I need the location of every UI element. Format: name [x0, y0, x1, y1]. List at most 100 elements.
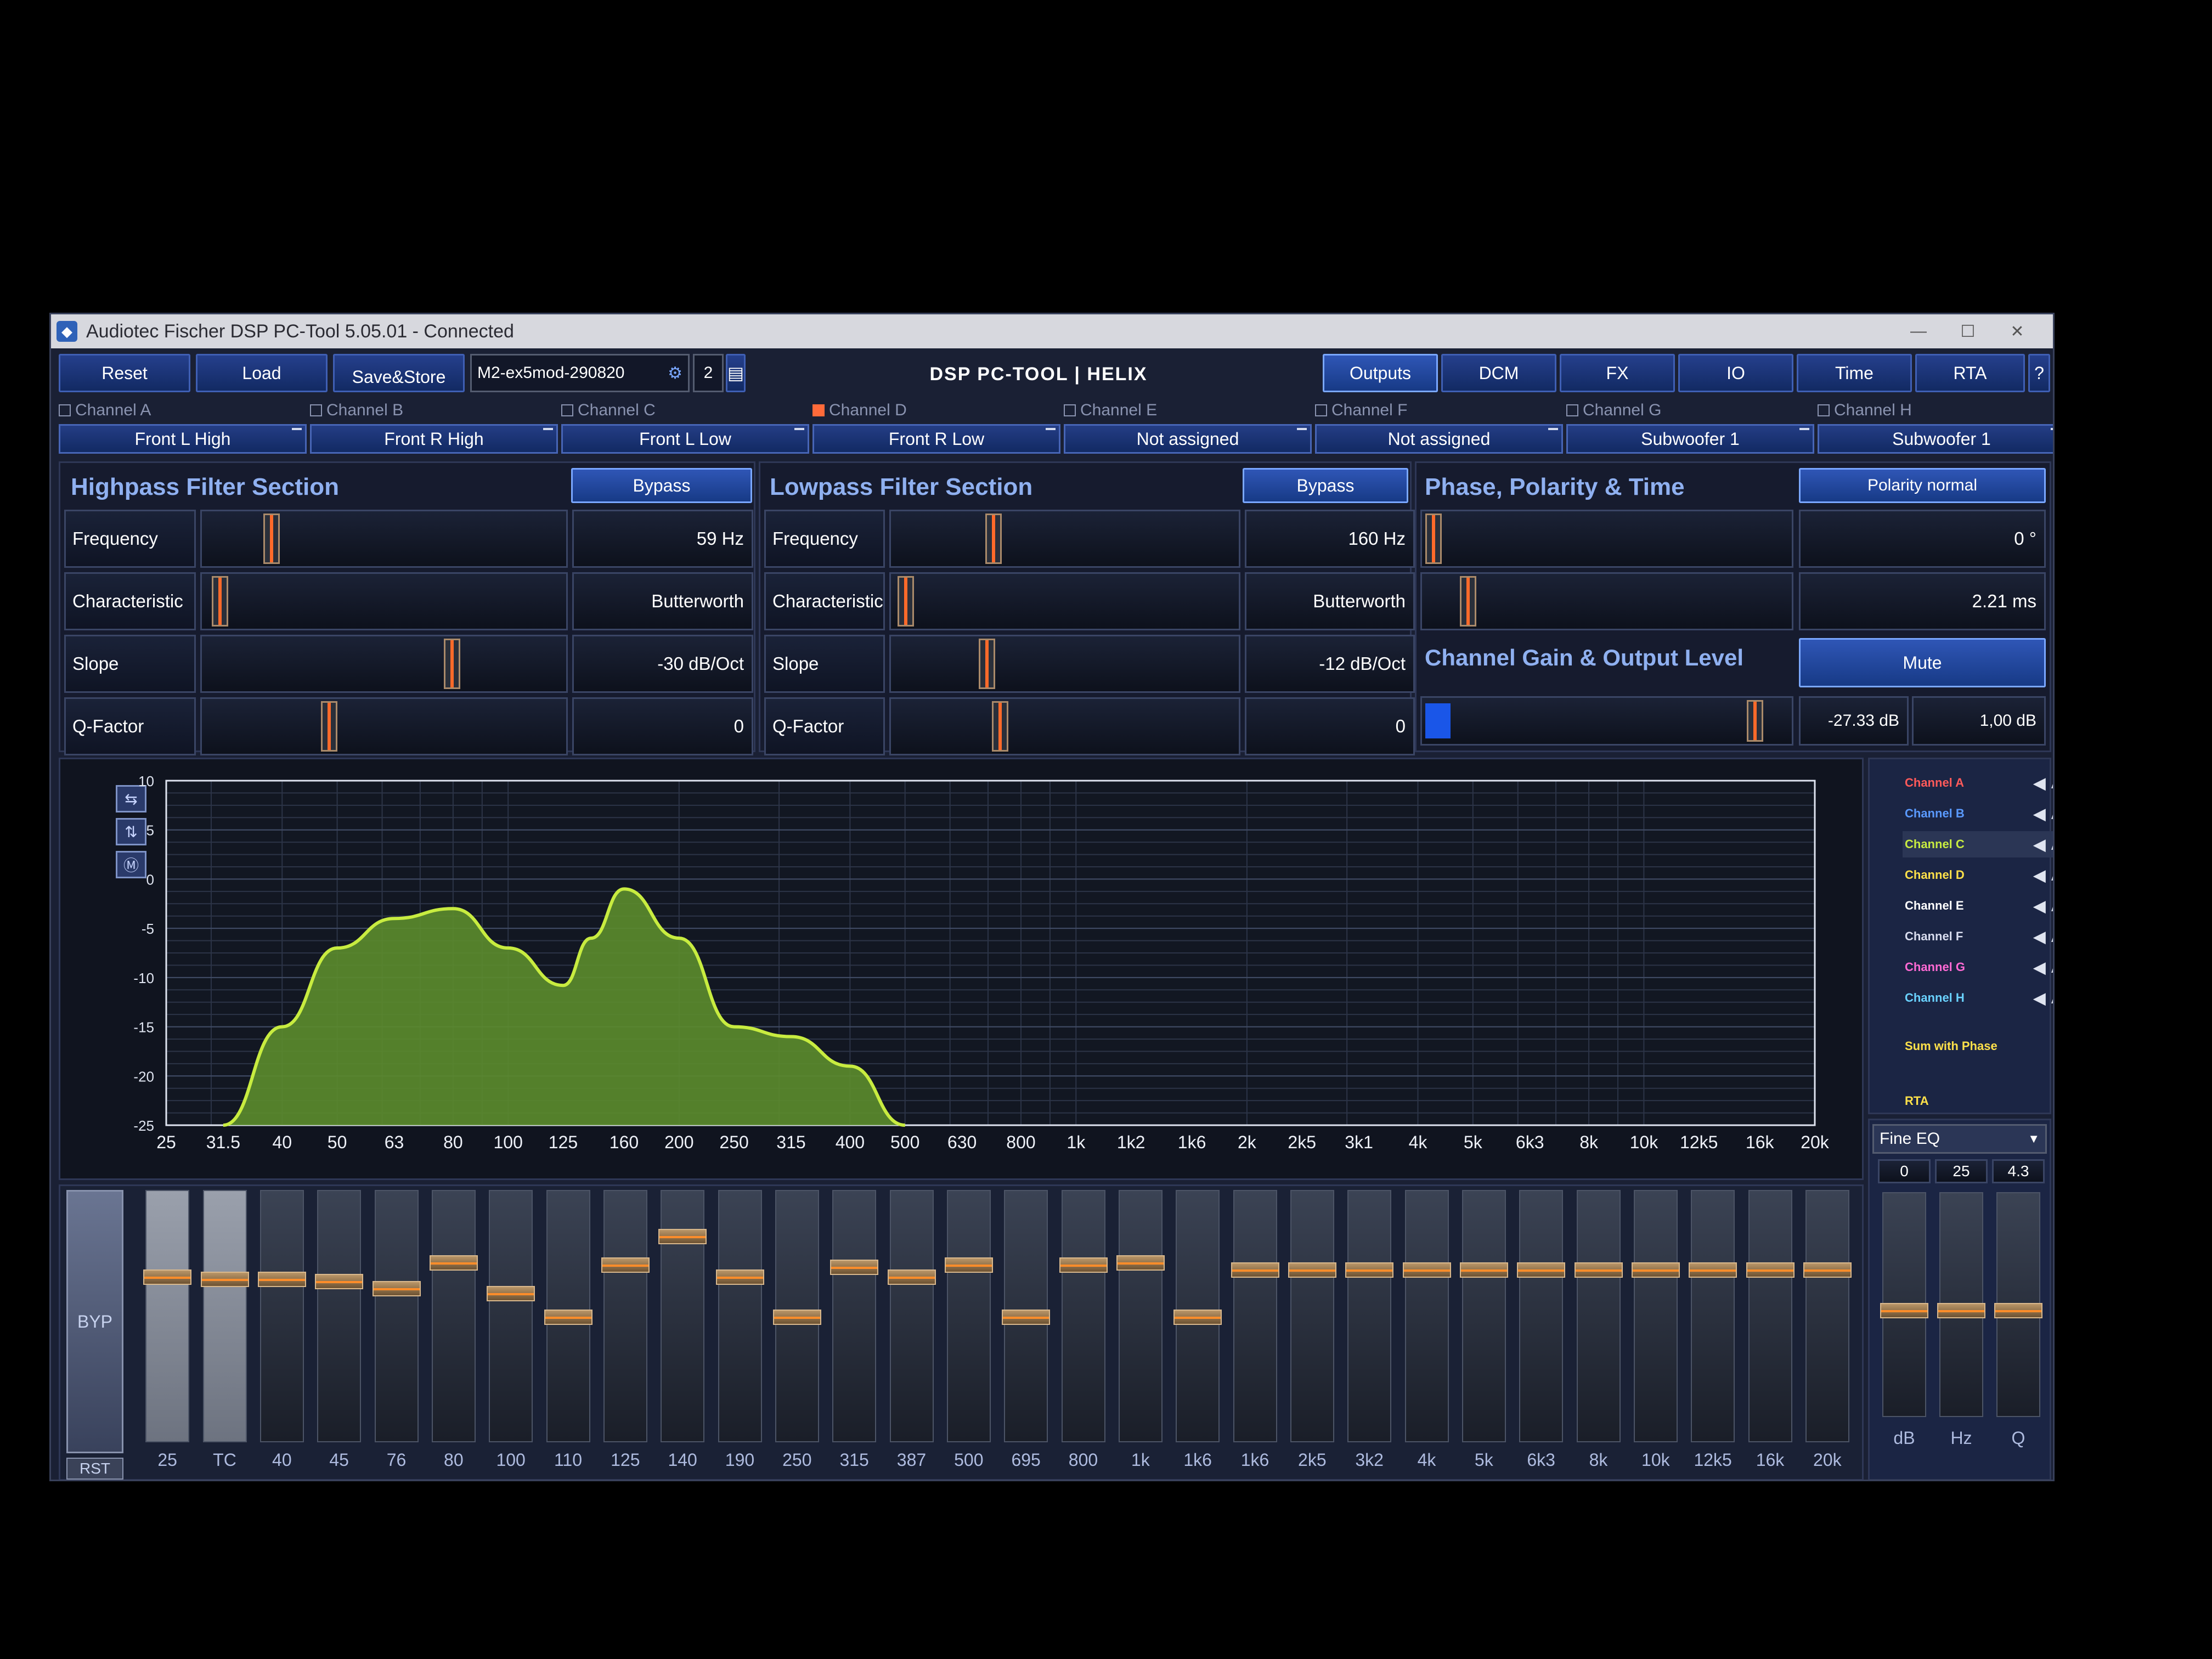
- eq-band-slider[interactable]: [830, 1190, 879, 1442]
- fine-eq-param-label: Q: [2011, 1428, 2025, 1448]
- eq-band-slider[interactable]: [1689, 1190, 1737, 1442]
- eq-band-knob[interactable]: [1345, 1262, 1394, 1278]
- eq-band-slider[interactable]: [1002, 1190, 1051, 1442]
- eq-band-label: 695: [1011, 1450, 1041, 1470]
- eq-band-knob[interactable]: [1173, 1310, 1222, 1325]
- fine-eq-param-knob[interactable]: [1937, 1303, 1985, 1318]
- legend-channel-a[interactable]: Channel A ◀A P: [1903, 770, 2053, 796]
- eq-band-slider[interactable]: [715, 1190, 764, 1442]
- eq-band-knob[interactable]: [143, 1269, 192, 1285]
- eq-reset-button[interactable]: RST: [66, 1458, 123, 1480]
- legend-channel-b[interactable]: Channel B ◀A P: [1903, 800, 2053, 827]
- legend-toggles[interactable]: ◀A P: [2034, 958, 2053, 977]
- eq-band-slider[interactable]: [1631, 1190, 1680, 1442]
- eq-band-knob[interactable]: [200, 1271, 249, 1287]
- fine-eq-param-value[interactable]: 25: [1935, 1159, 1988, 1183]
- eq-band-knob[interactable]: [1231, 1262, 1279, 1278]
- eq-band-slider[interactable]: [429, 1190, 478, 1442]
- fine-eq-param-knob[interactable]: [1880, 1303, 1928, 1318]
- fine-eq-param-value[interactable]: 0: [1878, 1159, 1931, 1183]
- legend-label: Channel E: [1905, 899, 1964, 912]
- eq-band-slider[interactable]: [887, 1190, 936, 1442]
- eq-band-knob[interactable]: [1002, 1310, 1051, 1325]
- eq-band-slider[interactable]: [1459, 1190, 1508, 1442]
- eq-band-knob[interactable]: [1746, 1262, 1795, 1278]
- fine-eq-param-slider[interactable]: [1937, 1192, 1985, 1417]
- eq-band-label: 250: [782, 1450, 812, 1470]
- eq-band-knob[interactable]: [487, 1285, 535, 1301]
- eq-band-label: 500: [954, 1450, 984, 1470]
- eq-band-knob[interactable]: [315, 1274, 364, 1290]
- eq-band-knob[interactable]: [1517, 1262, 1566, 1278]
- fine-eq-param-slider[interactable]: [1880, 1192, 1928, 1417]
- eq-band-knob[interactable]: [1574, 1262, 1623, 1278]
- eq-band-slider[interactable]: [1231, 1190, 1279, 1442]
- eq-mode-dropdown[interactable]: Fine EQ ▼: [1872, 1124, 2047, 1154]
- eq-band-slider[interactable]: [143, 1190, 192, 1442]
- eq-bypass-button[interactable]: BYP: [66, 1190, 123, 1453]
- eq-band-knob[interactable]: [944, 1257, 993, 1273]
- eq-band-knob[interactable]: [1803, 1262, 1852, 1278]
- legend-toggles[interactable]: ◀A P: [2034, 836, 2053, 854]
- x-tick-label: 1k2: [1117, 1132, 1146, 1152]
- x-tick-label: 63: [385, 1132, 404, 1152]
- fine-eq-param-knob[interactable]: [1994, 1303, 2042, 1318]
- eq-band-knob[interactable]: [601, 1257, 650, 1273]
- legend-channel-f[interactable]: Channel F ◀A P: [1903, 923, 2053, 950]
- eq-band-knob[interactable]: [1402, 1262, 1451, 1278]
- fine-eq-param-value[interactable]: 4.3: [1992, 1159, 2045, 1183]
- legend-rta[interactable]: RTA A: [1903, 1088, 2053, 1114]
- eq-band-knob[interactable]: [429, 1255, 478, 1271]
- legend-channel-e[interactable]: Channel E ◀A P: [1903, 893, 2053, 919]
- eq-band-knob[interactable]: [1689, 1262, 1737, 1278]
- legend-toggles[interactable]: ◀A P: [2034, 866, 2053, 884]
- eq-band-knob[interactable]: [1631, 1262, 1680, 1278]
- eq-band-slider[interactable]: [1517, 1190, 1566, 1442]
- eq-band-slider[interactable]: [1746, 1190, 1795, 1442]
- eq-band-slider[interactable]: [1402, 1190, 1451, 1442]
- eq-band-knob[interactable]: [372, 1281, 421, 1297]
- legend-toggles[interactable]: ◀A P: [2034, 928, 2053, 946]
- fine-eq-param-slider[interactable]: [1994, 1192, 2042, 1417]
- eq-band-slider[interactable]: [487, 1190, 535, 1442]
- eq-band-slider[interactable]: [1574, 1190, 1623, 1442]
- eq-band-slider[interactable]: [658, 1190, 707, 1442]
- eq-band-slider[interactable]: [772, 1190, 821, 1442]
- legend-channel-g[interactable]: Channel G ◀A P: [1903, 954, 2053, 980]
- eq-band-knob[interactable]: [887, 1269, 936, 1285]
- eq-band-knob[interactable]: [772, 1310, 821, 1325]
- legend-sum-with-phase[interactable]: Sum with Phase A: [1903, 1033, 2053, 1059]
- eq-band-knob[interactable]: [658, 1229, 707, 1245]
- eq-band-slider[interactable]: [372, 1190, 421, 1442]
- eq-band-slider[interactable]: [1173, 1190, 1222, 1442]
- eq-band-slider[interactable]: [601, 1190, 650, 1442]
- legend-toggles[interactable]: ◀A P: [2034, 805, 2053, 823]
- legend-channel-h[interactable]: Channel H ◀A P: [1903, 985, 2053, 1011]
- eq-band-knob[interactable]: [830, 1260, 879, 1276]
- eq-band-knob[interactable]: [1059, 1257, 1108, 1273]
- eq-band-slider[interactable]: [1059, 1190, 1108, 1442]
- eq-band-slider[interactable]: [200, 1190, 249, 1442]
- eq-band-slider[interactable]: [544, 1190, 592, 1442]
- legend-toggles[interactable]: ◀A P: [2034, 989, 2053, 1007]
- legend-toggles[interactable]: ◀A P: [2034, 897, 2053, 915]
- eq-band-slider[interactable]: [1288, 1190, 1336, 1442]
- eq-band-knob[interactable]: [715, 1269, 764, 1285]
- eq-band-slider[interactable]: [944, 1190, 993, 1442]
- eq-band-slider[interactable]: [1803, 1190, 1852, 1442]
- eq-band-label: 5k: [1474, 1450, 1493, 1470]
- eq-band-knob[interactable]: [1116, 1255, 1165, 1271]
- eq-band-knob[interactable]: [1459, 1262, 1508, 1278]
- eq-band-slider[interactable]: [1116, 1190, 1165, 1442]
- eq-band-knob[interactable]: [544, 1310, 592, 1325]
- eq-band-knob[interactable]: [257, 1271, 306, 1287]
- x-tick-label: 8k: [1579, 1132, 1599, 1152]
- eq-band-knob[interactable]: [1288, 1262, 1336, 1278]
- x-tick-label: 80: [443, 1132, 463, 1152]
- legend-channel-c[interactable]: Channel C ◀A P: [1903, 831, 2053, 857]
- eq-band-slider[interactable]: [1345, 1190, 1394, 1442]
- legend-toggles[interactable]: ◀A P: [2034, 774, 2053, 792]
- eq-band-slider[interactable]: [257, 1190, 306, 1442]
- legend-channel-d[interactable]: Channel D ◀A P: [1903, 862, 2053, 888]
- eq-band-slider[interactable]: [315, 1190, 364, 1442]
